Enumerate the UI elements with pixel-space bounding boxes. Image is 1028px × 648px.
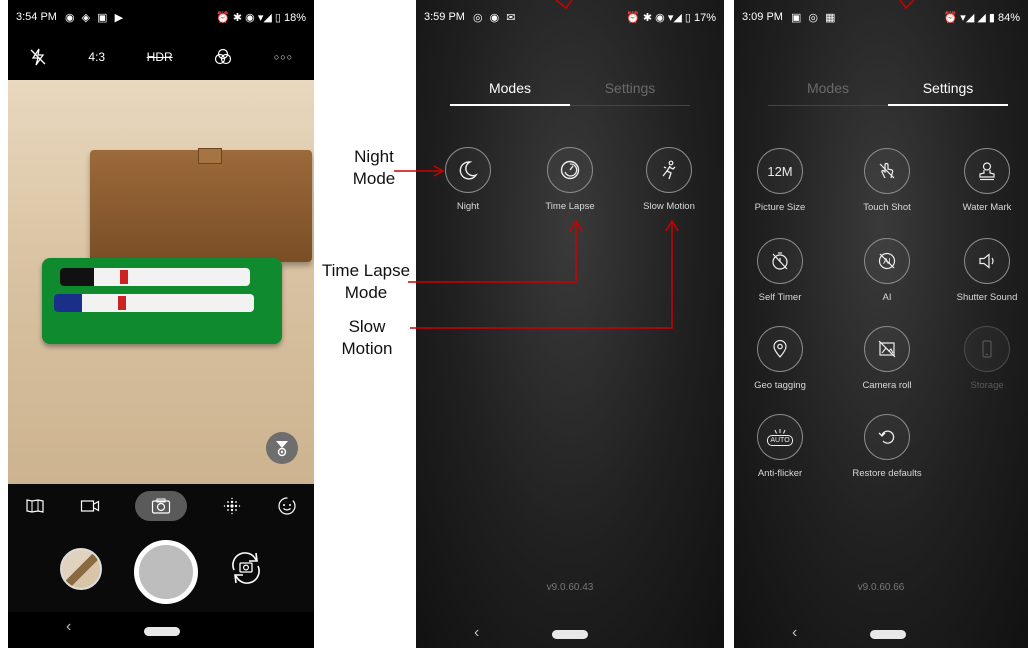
top-arrow-right xyxy=(899,0,915,10)
top-arrow-left xyxy=(555,0,573,10)
annotation-arrows xyxy=(394,0,915,329)
slowmo-arrow-line xyxy=(410,222,673,329)
timelapse-arrow-line xyxy=(408,222,577,283)
